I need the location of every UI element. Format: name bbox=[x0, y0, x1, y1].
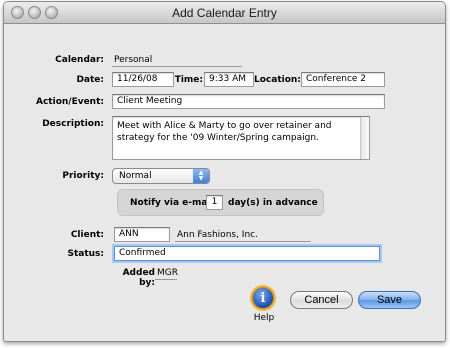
title-bar[interactable]: Add Calendar Entry bbox=[4, 2, 445, 24]
location-field[interactable]: Conference 2 bbox=[301, 72, 385, 87]
added-by-underline bbox=[155, 279, 177, 280]
description-textarea[interactable]: Meet with Alice & Marty to go over retai… bbox=[112, 116, 370, 160]
dialog-content: Calendar: Personal Date: 11/26/08 Time: … bbox=[4, 25, 445, 341]
calendar-label: Calendar: bbox=[55, 55, 104, 65]
priority-value: Normal bbox=[119, 171, 152, 181]
priority-popup[interactable]: Normal ▲ ▼ bbox=[112, 168, 210, 184]
added-by-value: MGR bbox=[157, 268, 178, 278]
added-by-label: Added by: bbox=[122, 268, 155, 288]
description-text: Meet with Alice & Marty to go over retai… bbox=[117, 121, 332, 143]
cancel-button[interactable]: Cancel bbox=[290, 291, 353, 309]
time-field[interactable]: 9:33 AM bbox=[204, 72, 254, 87]
status-label: Status: bbox=[67, 249, 104, 259]
client-name-underline bbox=[175, 241, 311, 242]
client-name: Ann Fashions, Inc. bbox=[177, 230, 258, 240]
calendar-underline bbox=[112, 66, 242, 67]
notify-suffix-label: day(s) in advance bbox=[228, 198, 318, 208]
description-label: Description: bbox=[42, 119, 104, 129]
window-title: Add Calendar Entry bbox=[172, 6, 277, 20]
client-label: Client: bbox=[70, 230, 104, 240]
notify-days-field[interactable]: 1 bbox=[206, 195, 223, 210]
priority-label: Priority: bbox=[62, 171, 104, 181]
action-event-label: Action/Event: bbox=[36, 97, 104, 107]
popup-arrows-icon: ▲ ▼ bbox=[193, 169, 209, 183]
notify-prefix-label: Notify via e-mail bbox=[130, 198, 214, 208]
client-code-field[interactable]: ANN bbox=[114, 227, 170, 242]
notify-group-box: Notify via e-mail 1 day(s) in advance bbox=[117, 189, 324, 216]
date-label: Date: bbox=[76, 75, 104, 85]
date-field[interactable]: 11/26/08 bbox=[112, 72, 174, 87]
location-label: Location: bbox=[254, 75, 301, 85]
status-field[interactable]: Confirmed bbox=[114, 246, 380, 261]
calendar-value: Personal bbox=[114, 55, 153, 65]
description-scrollbar[interactable] bbox=[360, 117, 369, 159]
time-label: Time: bbox=[174, 75, 203, 85]
help-icon[interactable]: i bbox=[252, 287, 274, 309]
action-event-field[interactable]: Client Meeting bbox=[112, 94, 385, 109]
add-calendar-entry-window: Add Calendar Entry Calendar: Personal Da… bbox=[3, 1, 446, 342]
save-button[interactable]: Save bbox=[358, 291, 421, 309]
help-label[interactable]: Help bbox=[252, 313, 276, 323]
